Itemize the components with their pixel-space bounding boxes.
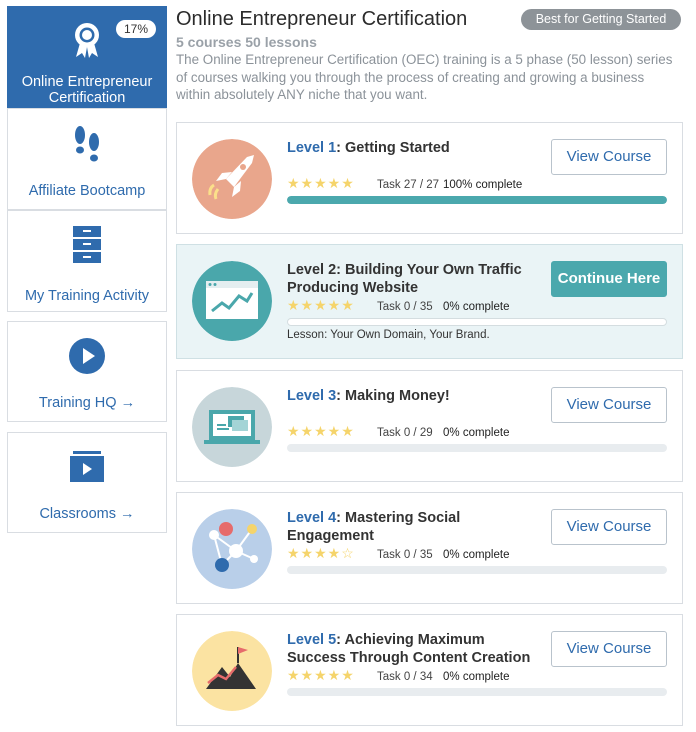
- website-chart-icon: [192, 261, 272, 341]
- course-level: Level 5: [287, 632, 337, 648]
- course-title: Level 4: Mastering Social Engagement: [287, 509, 537, 545]
- progress-bar: [287, 444, 667, 452]
- view-course-button[interactable]: View Course: [551, 139, 667, 175]
- task-count: Task 0 / 35: [377, 301, 433, 313]
- rating-stars: ★★★★★: [287, 175, 355, 191]
- sidebar-item-label: Classrooms →: [39, 506, 135, 522]
- file-cabinet-icon: [73, 226, 101, 263]
- page-title: Online Entrepreneur Certification: [176, 8, 468, 30]
- sidebar-item-label: Affiliate Bootcamp: [28, 183, 146, 199]
- sidebar-item-classrooms[interactable]: Classrooms →: [7, 432, 167, 533]
- course-name: : Making Money!: [336, 388, 450, 404]
- task-count: Task 27 / 27: [377, 179, 440, 191]
- progress-bar: [287, 688, 667, 696]
- task-count: Task 0 / 34: [377, 671, 433, 683]
- play-circle-icon: [69, 338, 105, 374]
- sidebar-item-label: Training HQ →: [38, 395, 136, 411]
- progress-badge: 17%: [115, 20, 156, 38]
- course-card-level-3: Level 3: Making Money! ★★★★★ Task 0 / 29…: [176, 370, 683, 482]
- course-card-level-4: Level 4: Mastering Social Engagement ★★★…: [176, 492, 683, 604]
- current-lesson: Lesson: Your Own Domain, Your Brand.: [287, 329, 490, 341]
- rating-stars: ★★★★★: [287, 297, 355, 313]
- completion-percent: 0% complete: [443, 549, 510, 561]
- course-count: 5 courses 50 lessons: [176, 34, 317, 50]
- completion-percent: 100% complete: [443, 179, 523, 191]
- rating-stars: ★★★★★: [287, 667, 355, 683]
- rating-stars: ★★★★☆: [287, 545, 355, 561]
- rocket-icon: [192, 139, 272, 219]
- course-name: : Getting Started: [336, 140, 450, 156]
- completion-percent: 0% complete: [443, 427, 510, 439]
- progress-fill: [287, 196, 667, 204]
- course-title: Level 3: Making Money!: [287, 387, 537, 405]
- sidebar-item-training-activity[interactable]: My Training Activity: [7, 210, 167, 312]
- course-level: Level 3: [287, 388, 337, 404]
- sidebar-item-training-hq[interactable]: Training HQ →: [7, 321, 167, 422]
- task-count: Task 0 / 35: [377, 549, 433, 561]
- view-course-button[interactable]: View Course: [551, 509, 667, 545]
- footprints-icon: [75, 126, 99, 162]
- course-title: Level 1: Getting Started: [287, 139, 537, 157]
- mountain-flag-icon: [192, 631, 272, 711]
- social-network-icon: [192, 509, 272, 589]
- video-folder-icon: [70, 451, 104, 482]
- rating-stars: ★★★★★: [287, 423, 355, 439]
- task-count: Task 0 / 29: [377, 427, 433, 439]
- laptop-card-icon: [192, 387, 272, 467]
- sidebar-item-label: My Training Activity: [24, 288, 150, 304]
- progress-bar: [287, 196, 667, 204]
- continue-here-button[interactable]: Continue Here: [551, 261, 667, 297]
- view-course-button[interactable]: View Course: [551, 631, 667, 667]
- best-for-badge: Best for Getting Started: [521, 9, 681, 30]
- sidebar-item-oec[interactable]: 17% Online Entrepreneur Certification: [7, 6, 167, 108]
- certification-description: The Online Entrepreneur Certification (O…: [176, 52, 673, 102]
- completion-percent: 0% complete: [443, 671, 510, 683]
- course-level: Level 2: [287, 262, 337, 278]
- course-card-level-5: Level 5: Achieving Maximum Success Throu…: [176, 614, 683, 726]
- progress-bar: [287, 318, 667, 326]
- course-level: Level 4: [287, 510, 337, 526]
- progress-bar: [287, 566, 667, 574]
- course-card-level-2: Level 2: Building Your Own Traffic Produ…: [176, 244, 683, 359]
- course-level: Level 1: [287, 140, 337, 156]
- course-title: Level 5: Achieving Maximum Success Throu…: [287, 631, 537, 667]
- view-course-button[interactable]: View Course: [551, 387, 667, 423]
- course-card-level-1: Level 1: Getting Started ★★★★★ Task 27 /…: [176, 122, 683, 234]
- course-title: Level 2: Building Your Own Traffic Produ…: [287, 261, 537, 297]
- sidebar-item-label: Online Entrepreneur Certification: [21, 74, 153, 106]
- award-ribbon-icon: [75, 23, 99, 58]
- sidebar-item-affiliate-bootcamp[interactable]: Affiliate Bootcamp: [7, 108, 167, 210]
- completion-percent: 0% complete: [443, 301, 510, 313]
